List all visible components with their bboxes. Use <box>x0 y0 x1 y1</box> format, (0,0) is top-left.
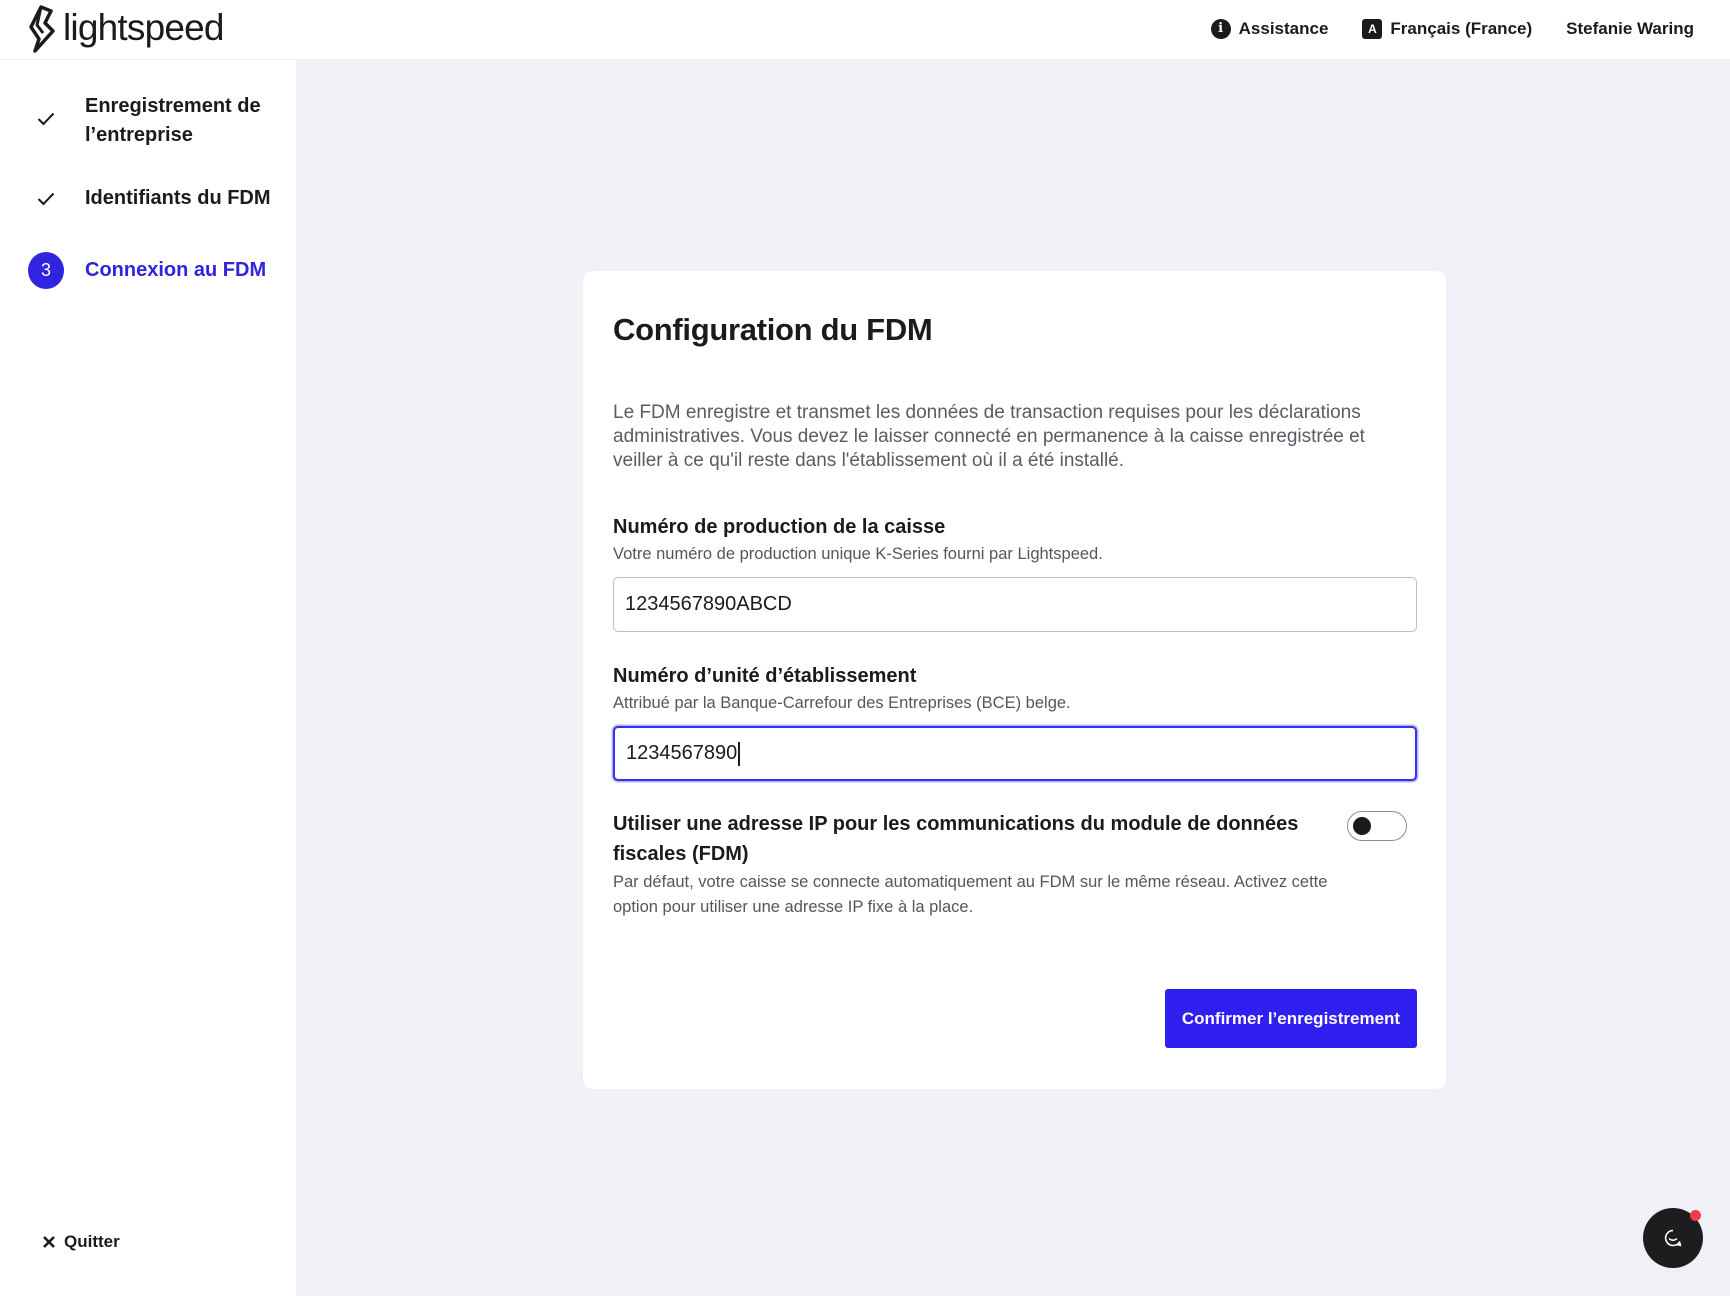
ip-toggle-label: Utiliser une adresse IP pour les communi… <box>613 813 1299 865</box>
step-number-badge: 3 <box>28 251 64 289</box>
description: Le FDM enregistre et transmet les donnée… <box>613 402 1365 471</box>
brand-name: lightspeed <box>63 7 224 48</box>
step-label: Enregistrement de l’entreprise <box>85 95 261 146</box>
step-label: Connexion au FDM <box>85 259 267 281</box>
quit-button[interactable]: Quitter <box>42 1232 120 1252</box>
info-icon: i <box>1210 18 1231 39</box>
unit-number-label: Numéro d’unité d’établissement <box>613 665 917 687</box>
language-label: Français (France) <box>1390 18 1533 38</box>
ip-toggle-help: Par défaut, votre caisse se connecte aut… <box>613 873 1328 916</box>
text-caret <box>738 741 740 766</box>
production-number-help: Votre numéro de production unique K-Seri… <box>613 545 1103 563</box>
page-title: Configuration du FDM <box>613 312 933 347</box>
assistance-link[interactable]: i Assistance <box>1210 18 1329 39</box>
steps-sidebar: Enregistrement de l’entreprise Identifia… <box>0 60 296 1296</box>
translate-icon: A <box>1362 18 1383 39</box>
language-selector[interactable]: A Français (France) <box>1362 18 1533 39</box>
confirm-registration-button[interactable]: Confirmer l’enregistrement <box>1165 989 1417 1048</box>
unit-number-input[interactable]: 1234567890 <box>613 726 1417 781</box>
close-icon <box>43 1236 55 1248</box>
check-icon <box>28 101 64 137</box>
chat-launcher-button[interactable] <box>1643 1208 1703 1268</box>
toggle-knob <box>1353 817 1371 835</box>
unit-number-help: Attribué par la Banque-Carrefour des Ent… <box>613 694 1071 712</box>
header-nav: i Assistance A Français (France) Stefani… <box>1210 0 1694 57</box>
ip-address-toggle[interactable] <box>1347 811 1407 841</box>
user-menu[interactable]: Stefanie Waring <box>1566 19 1694 39</box>
fdm-config-card: Configuration du FDM Le FDM enregistre e… <box>583 271 1446 1089</box>
top-header: lightspeed i Assistance A Français (Fran… <box>0 0 1730 60</box>
user-name: Stefanie Waring <box>1566 18 1694 38</box>
production-number-input[interactable]: 1234567890ABCD <box>613 577 1417 632</box>
production-number-value: 1234567890ABCD <box>625 593 792 615</box>
check-icon <box>28 181 64 217</box>
quit-label: Quitter <box>64 1232 120 1251</box>
production-number-label: Numéro de production de la caisse <box>613 516 946 538</box>
assistance-label: Assistance <box>1238 18 1329 38</box>
unit-number-value: 1234567890 <box>626 742 738 764</box>
lightspeed-logo[interactable]: lightspeed <box>27 5 224 53</box>
chat-icon <box>1664 1229 1682 1247</box>
notification-dot <box>1690 1210 1701 1221</box>
flame-logo-icon <box>29 5 55 53</box>
step-label: Identifiants du FDM <box>85 187 271 209</box>
